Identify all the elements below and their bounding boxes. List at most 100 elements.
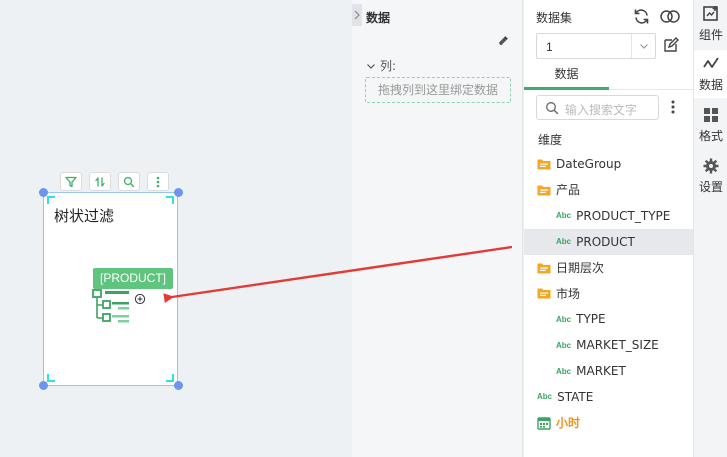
dataset-title: 数据集 (536, 11, 573, 25)
clear-button[interactable] (497, 34, 509, 49)
tab-component-label: 组件 (698, 28, 723, 42)
field-options-button[interactable] (670, 99, 676, 118)
field-item[interactable]: Abc PRODUCT (524, 228, 693, 255)
resize-handle-top-right[interactable] (174, 188, 183, 197)
eraser-icon (499, 36, 508, 45)
tab-format-label: 格式 (698, 129, 723, 143)
columns-label: 列: (380, 59, 397, 73)
resize-corner[interactable] (166, 196, 174, 204)
field-label: MARKET (576, 364, 626, 379)
more-button[interactable] (147, 172, 169, 191)
search-button[interactable] (118, 172, 140, 191)
dataset-actions (632, 7, 681, 26)
field-item[interactable]: 小时 (524, 410, 693, 436)
abc-icon: Abc (556, 341, 571, 350)
field-label: 市场 (556, 286, 581, 301)
field-drag-tag: [PRODUCT] (93, 268, 173, 289)
gear-icon (703, 158, 719, 174)
field-list: DateGroup 产品 Abc PRODUCT_TYPE Abc PRODUCT 日期层次… (524, 151, 693, 436)
dataset-select[interactable]: 1 (536, 33, 656, 59)
tree-filter-icon (92, 289, 152, 328)
abc-type-label: Abc (556, 211, 572, 221)
resize-corner[interactable] (47, 196, 55, 204)
field-label: TYPE (576, 312, 606, 327)
search-icon (545, 101, 559, 118)
field-search-input[interactable]: 输入搜索文字 (536, 95, 659, 120)
resize-handle-bottom-left[interactable] (39, 381, 48, 390)
folder-icon (537, 184, 551, 196)
resize-corner[interactable] (166, 374, 174, 382)
folder-icon (537, 158, 551, 170)
abc-icon: Abc (556, 315, 571, 324)
calendar-icon (537, 416, 551, 430)
resize-handle-top-left[interactable] (39, 188, 48, 197)
field-item[interactable]: DateGroup (524, 151, 693, 177)
collapse-panel-button[interactable] (352, 4, 362, 26)
dimension-header: 维度 (538, 133, 563, 147)
abc-type-label: Abc (556, 340, 572, 350)
tab-settings[interactable]: 设置 (694, 152, 727, 200)
field-item[interactable]: 产品 (524, 177, 693, 203)
column-drop-zone[interactable]: 拖拽列到这里绑定数据 (365, 77, 511, 103)
field-item[interactable]: Abc PRODUCT_TYPE (524, 203, 693, 229)
sort-button[interactable] (89, 172, 111, 191)
more-vertical-icon (671, 100, 675, 114)
data-panel: 数据 列: 拖拽列到这里绑定数据 (352, 0, 523, 457)
resize-handle-bottom-right[interactable] (174, 381, 183, 390)
abc-icon: Abc (537, 392, 552, 401)
field-item[interactable]: Abc MARKET_SIZE (524, 332, 693, 358)
field-label: PRODUCT_TYPE (576, 208, 671, 223)
tab-data-label: 数据 (698, 78, 723, 92)
field-item[interactable]: Abc MARKET (524, 358, 693, 384)
dataset-panel: 数据集 1 数据 输入搜索文字 维度 DateGroup 产品 Abc PRODUCT… (524, 0, 693, 457)
tab-component[interactable]: 组件 (694, 0, 727, 48)
field-item[interactable]: 市场 (524, 280, 693, 306)
field-label: 小时 (556, 416, 581, 431)
dataset-dropdown-toggle[interactable] (631, 34, 655, 58)
abc-type-label: Abc (556, 366, 572, 376)
abc-type-label: Abc (556, 237, 572, 247)
right-tab-bar: 组件 数据 格式 设置 (693, 0, 727, 457)
field-item[interactable]: Abc TYPE (524, 306, 693, 332)
field-label: MARKET_SIZE (576, 338, 659, 353)
search-placeholder: 输入搜索文字 (565, 103, 638, 117)
field-label: 日期层次 (556, 261, 605, 275)
tab-data-side[interactable]: 数据 (694, 50, 727, 98)
chevron-right-icon (354, 10, 360, 20)
abc-icon: Abc (556, 237, 571, 246)
component-icon (703, 6, 718, 21)
columns-section[interactable]: 列: (366, 57, 396, 74)
field-label: 产品 (556, 183, 581, 198)
filter-icon (65, 176, 77, 187)
chevron-down-icon (639, 44, 648, 49)
folder-icon (537, 287, 551, 299)
folder-icon (537, 262, 551, 274)
dataset-link-icon[interactable] (659, 7, 681, 26)
tab-format[interactable]: 格式 (694, 101, 727, 149)
widget-title: 树状过滤 (54, 207, 115, 225)
field-label: DateGroup (556, 156, 622, 171)
data-icon (703, 57, 719, 68)
field-item[interactable]: Abc STATE (524, 384, 693, 410)
tab-settings-label: 设置 (698, 180, 723, 194)
format-icon (704, 108, 718, 122)
field-label: PRODUCT (576, 234, 635, 249)
edit-icon (664, 37, 679, 52)
search-icon (123, 176, 135, 187)
sort-icon (95, 176, 105, 187)
data-panel-title: 数据 (366, 11, 391, 25)
refresh-icon[interactable] (632, 7, 651, 26)
widget-toolbar (60, 172, 169, 191)
filter-button[interactable] (60, 172, 82, 191)
report-canvas[interactable]: 树状过滤 [PRODUCT] (0, 0, 352, 457)
abc-type-label: Abc (537, 392, 553, 402)
abc-icon: Abc (556, 211, 571, 220)
dataset-select-value: 1 (546, 40, 553, 54)
resize-corner[interactable] (47, 374, 55, 382)
abc-type-label: Abc (556, 314, 572, 324)
field-item[interactable]: 日期层次 (524, 255, 693, 281)
edit-dataset-button[interactable] (662, 36, 680, 57)
more-vertical-icon (156, 176, 160, 187)
field-label: STATE (557, 389, 594, 404)
tab-data[interactable]: 数据 (524, 62, 609, 90)
